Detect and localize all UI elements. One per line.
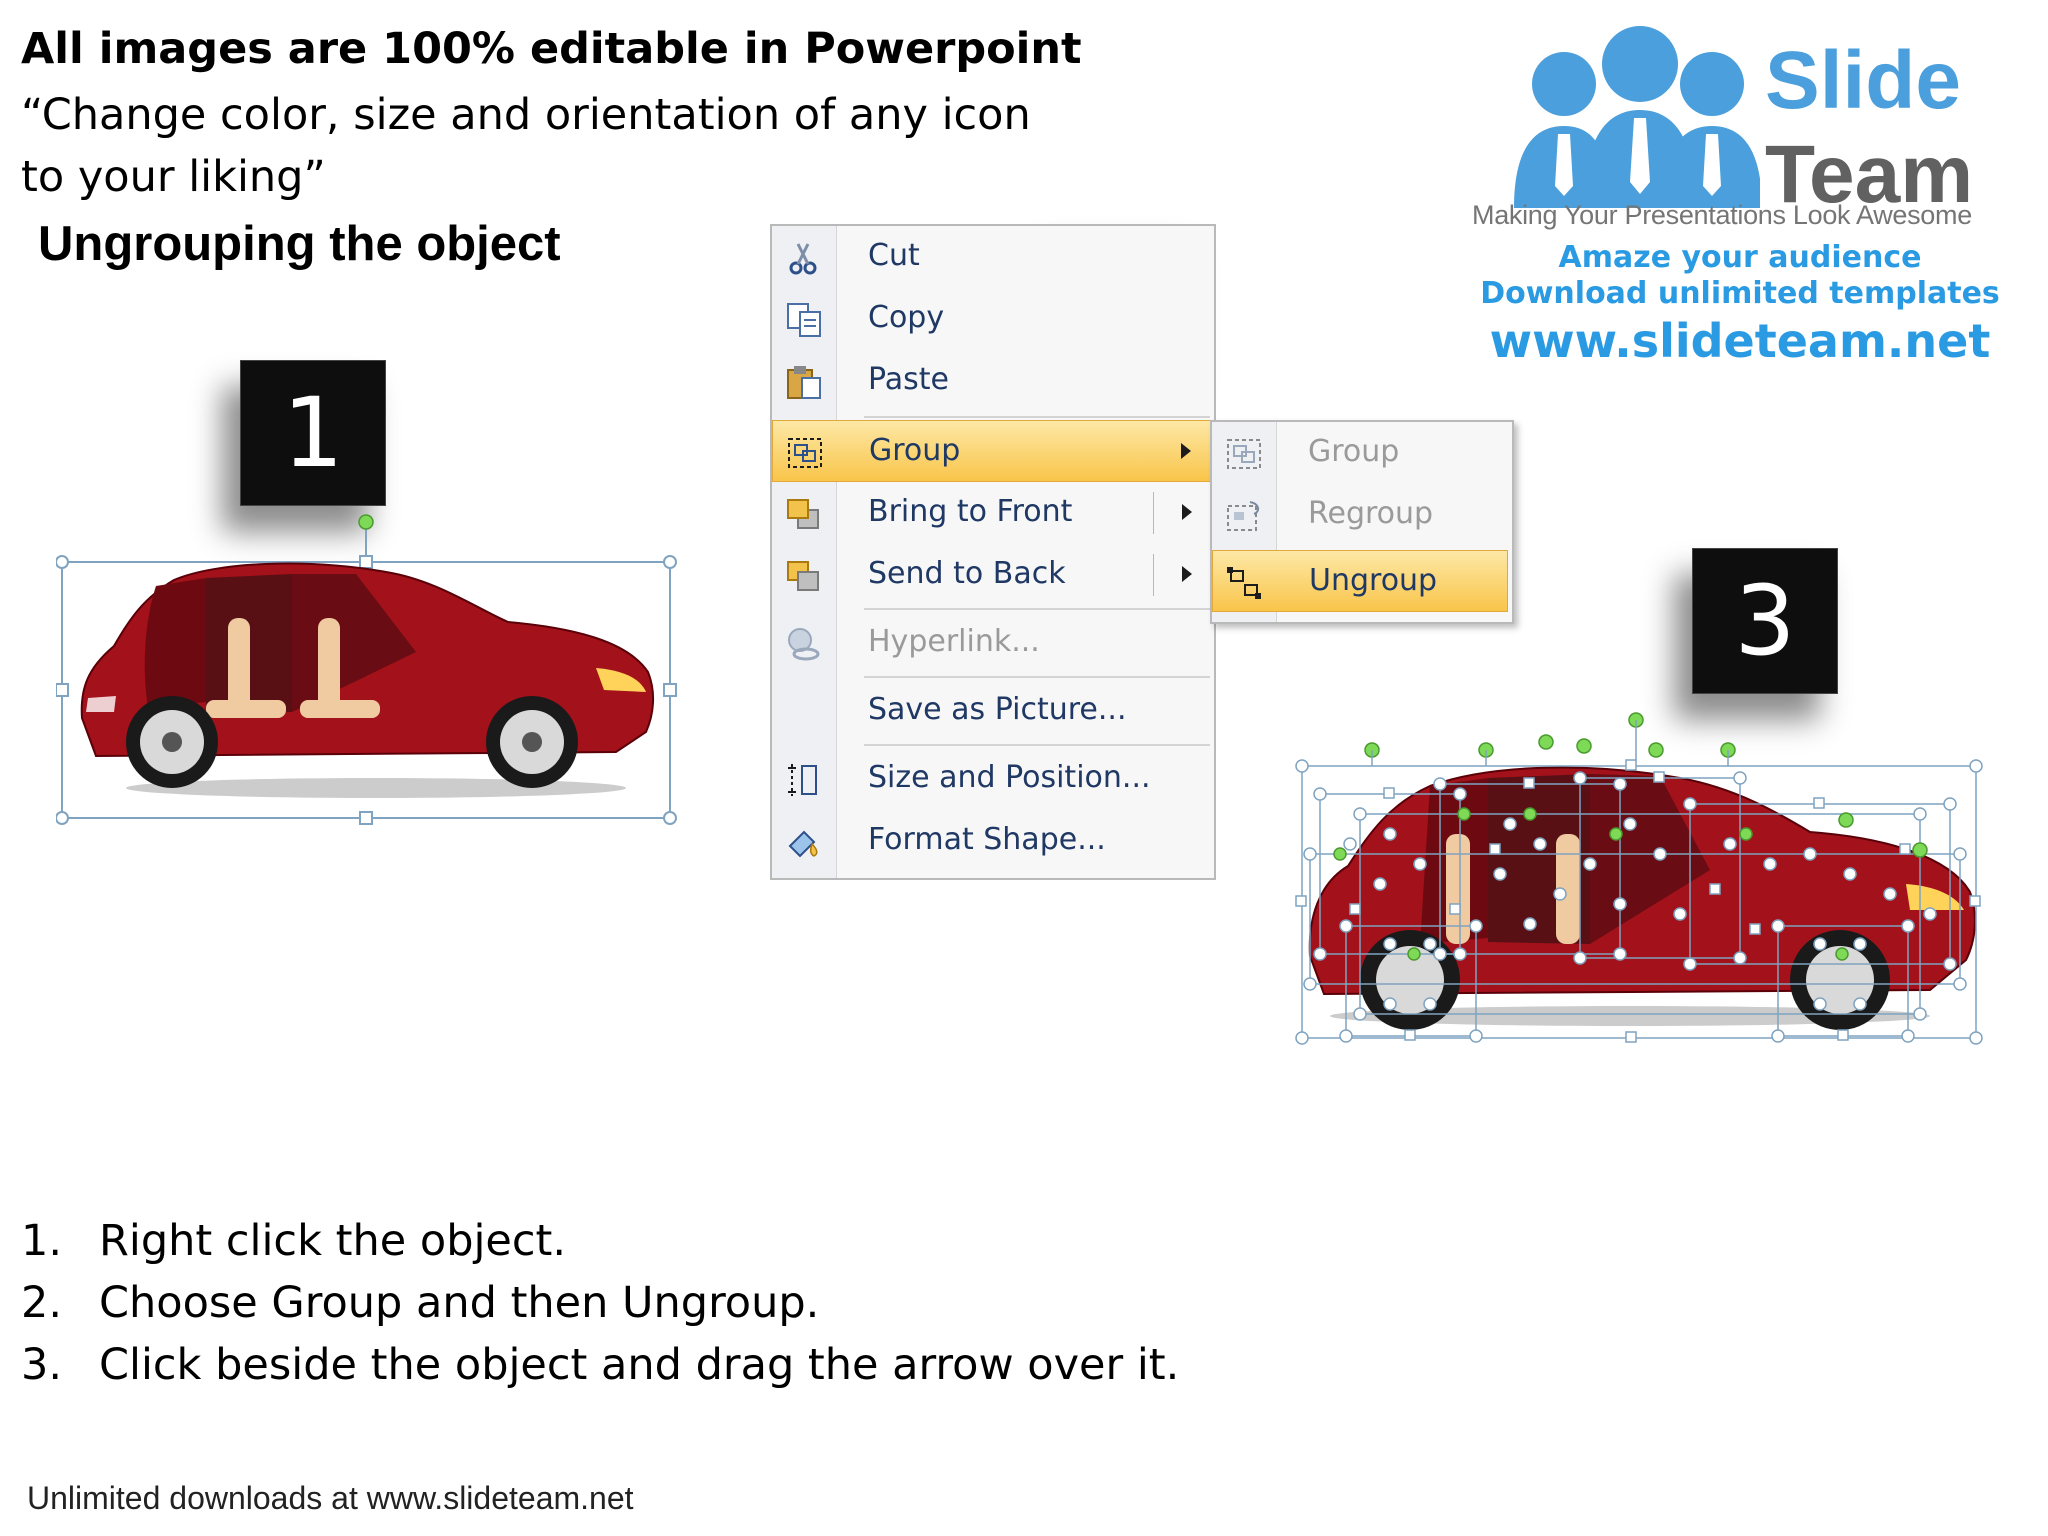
slideteam-logo: Slide Team Making Your Presentations Loo… bbox=[1460, 16, 2020, 376]
menu-separator bbox=[864, 744, 1210, 746]
menu-item-label: Hyperlink... bbox=[868, 624, 1040, 659]
ungroup-icon bbox=[1227, 567, 1261, 599]
logo-word-slide: Slide bbox=[1765, 35, 1961, 126]
step-number: 3. bbox=[21, 1340, 63, 1390]
bring-to-front-icon bbox=[787, 499, 819, 529]
car-image-grouped[interactable] bbox=[56, 512, 686, 832]
step-box-1: 1 bbox=[240, 360, 386, 506]
submenu-item-ungroup[interactable]: Ungroup bbox=[1212, 550, 1508, 612]
menu-item-format-shape[interactable]: Format Shape... bbox=[772, 810, 1214, 872]
menu-item-label: Format Shape... bbox=[868, 822, 1106, 857]
size-position-icon bbox=[788, 764, 817, 796]
steps-list: 1. Right click the object. 2. Choose Group… bbox=[21, 1210, 1179, 1396]
menu-item-paste[interactable]: Paste bbox=[772, 350, 1214, 412]
regroup-icon bbox=[1227, 501, 1260, 531]
format-shape-icon bbox=[788, 830, 818, 858]
group-submenu: Group Regroup Ungroup bbox=[1210, 420, 1514, 624]
menu-item-label: Send to Back bbox=[868, 556, 1066, 591]
submenu-item-label: Group bbox=[1308, 434, 1400, 469]
list-item: 2. Choose Group and then Ungroup. bbox=[21, 1272, 1179, 1334]
menu-item-label: Paste bbox=[868, 362, 949, 397]
menu-item-group[interactable]: Group bbox=[772, 420, 1214, 482]
logo-tagline: Making Your Presentations Look Awesome bbox=[1472, 200, 1972, 230]
menu-separator bbox=[864, 416, 1210, 418]
menu-item-label: Copy bbox=[868, 300, 945, 335]
group-icon bbox=[788, 438, 822, 468]
submenu-arrow-icon[interactable] bbox=[1182, 566, 1192, 582]
promo-line-2: Download unlimited templates bbox=[1480, 276, 2000, 311]
menu-item-hyperlink: Hyperlink... bbox=[772, 612, 1214, 674]
menu-item-label: Group bbox=[869, 433, 961, 468]
people-logo-icon bbox=[1514, 26, 1760, 208]
menu-separator bbox=[864, 676, 1210, 678]
send-to-back-icon bbox=[787, 561, 819, 591]
menu-item-bring-to-front[interactable]: Bring to Front bbox=[772, 482, 1214, 544]
copy-icon bbox=[787, 303, 821, 337]
menu-item-save-as-picture[interactable]: Save as Picture... bbox=[772, 680, 1214, 742]
step-box-3: 3 bbox=[1692, 548, 1838, 694]
menu-item-label: Save as Picture... bbox=[868, 692, 1127, 727]
menu-item-label: Cut bbox=[868, 238, 920, 273]
menu-item-label: Size and Position... bbox=[868, 760, 1151, 795]
context-menu: Cut Copy Paste Group Bring to Front Send… bbox=[770, 224, 1216, 880]
scissors-icon bbox=[789, 243, 817, 275]
car-image-ungrouped[interactable] bbox=[1290, 704, 1990, 1050]
step-number: 2. bbox=[21, 1278, 63, 1328]
submenu-item-group: Group bbox=[1212, 422, 1508, 484]
menu-split-divider bbox=[1153, 554, 1154, 596]
footer-text: Unlimited downloads at www.slideteam.net bbox=[27, 1480, 634, 1516]
promo-url[interactable]: www.slideteam.net bbox=[1460, 314, 2020, 368]
list-item: 1. Right click the object. bbox=[21, 1210, 1179, 1272]
submenu-item-regroup: Regroup bbox=[1212, 484, 1508, 546]
list-item: 3. Click beside the object and drag the a… bbox=[21, 1334, 1179, 1396]
submenu-item-label: Ungroup bbox=[1309, 563, 1438, 598]
hyperlink-icon bbox=[788, 628, 820, 661]
menu-item-send-to-back[interactable]: Send to Back bbox=[772, 544, 1214, 606]
group-icon bbox=[1227, 439, 1261, 469]
promo-line-1: Amaze your audience bbox=[1558, 240, 1922, 275]
submenu-item-label: Regroup bbox=[1308, 496, 1434, 531]
submenu-arrow-icon bbox=[1181, 443, 1191, 459]
menu-separator bbox=[864, 608, 1210, 610]
slide-title: Ungrouping the object bbox=[38, 217, 561, 271]
menu-item-copy[interactable]: Copy bbox=[772, 288, 1214, 350]
paste-icon bbox=[787, 366, 821, 399]
menu-split-divider bbox=[1153, 492, 1154, 534]
step-text: Right click the object. bbox=[99, 1216, 567, 1266]
step-text: Click beside the object and drag the arr… bbox=[99, 1340, 1180, 1390]
step-text: Choose Group and then Ungroup. bbox=[99, 1278, 820, 1328]
header-line-2: “Change color, size and orientation of a… bbox=[21, 90, 1031, 202]
menu-item-cut[interactable]: Cut bbox=[772, 226, 1214, 288]
menu-item-label: Bring to Front bbox=[868, 494, 1073, 529]
step-number: 1. bbox=[21, 1216, 63, 1266]
menu-item-size-and-position[interactable]: Size and Position... bbox=[772, 748, 1214, 810]
header-line-1: All images are 100% editable in Powerpoi… bbox=[21, 24, 1082, 74]
submenu-arrow-icon[interactable] bbox=[1182, 504, 1192, 520]
